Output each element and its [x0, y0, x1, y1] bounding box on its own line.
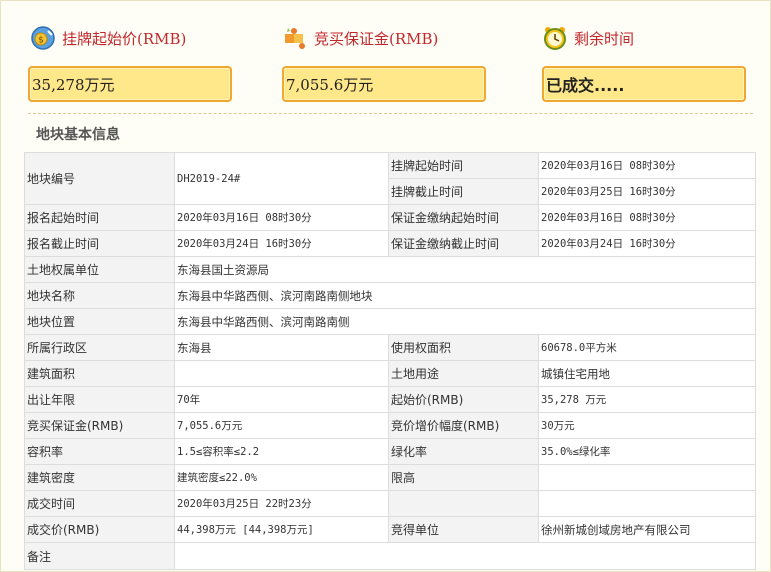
puzzle-icon — [282, 25, 308, 51]
divider — [28, 113, 753, 114]
remaining-time-stat: 剩余时间 已成交..... — [542, 22, 746, 102]
list-end-label: 挂牌截止时间 — [388, 178, 539, 205]
reg-start-value: 2020年03月16日 08时30分 — [174, 204, 389, 231]
land-use-value: 城镇住宅用地 — [538, 360, 756, 387]
far-value: 1.5≤容积率≤2.2 — [174, 438, 389, 465]
land-use-label: 土地用途 — [388, 360, 539, 387]
deal-price-label: 成交价(RMB) — [24, 516, 175, 543]
parcel-name-value: 东海县中华路西侧、滨河南路南侧地块 — [174, 282, 756, 309]
table-row: 竞买保证金(RMB) 7,055.6万元 竞价增价幅度(RMB) 30万元 — [24, 412, 756, 439]
use-area-label: 使用权面积 — [388, 334, 539, 361]
table-row: 建筑面积 土地用途 城镇住宅用地 — [24, 360, 756, 387]
owner-value: 东海县国土资源局 — [174, 256, 756, 283]
parcel-info-table: 地块编号 DH2019-24# 挂牌起始时间 2020年03月16日 08时30… — [24, 152, 756, 570]
table-row: 地块编号 DH2019-24# 挂牌起始时间 2020年03月16日 08时30… — [24, 152, 756, 205]
svg-text:$: $ — [38, 36, 44, 46]
deposit-end-value: 2020年03月24日 16时30分 — [538, 230, 756, 257]
deposit-stat: 竞买保证金(RMB) 7,055.6万元 — [282, 22, 486, 102]
deal-time-value: 2020年03月25日 22时23分 — [174, 490, 389, 517]
winner-value: 徐州新城创域房地产有限公司 — [538, 516, 756, 543]
table-row: 地块位置 东海县中华路西侧、滨河南路南侧 — [24, 308, 756, 335]
height-limit-label: 限高 — [388, 464, 539, 491]
start-price-label: 挂牌起始价(RMB) — [62, 29, 187, 48]
table-row: 出让年限 70年 起始价(RMB) 35,278 万元 — [24, 386, 756, 413]
increment-value: 30万元 — [538, 412, 756, 439]
deposit-start-value: 2020年03月16日 08时30分 — [538, 204, 756, 231]
table-row: 土地权属单位 东海县国土资源局 — [24, 256, 756, 283]
green-label: 绿化率 — [388, 438, 539, 465]
money-coin-icon: $ — [30, 25, 56, 51]
reg-end-value: 2020年03月24日 16时30分 — [174, 230, 389, 257]
start-price-row-label: 起始价(RMB) — [388, 386, 539, 413]
winner-label: 竞得单位 — [388, 516, 539, 543]
empty-cell — [538, 490, 756, 517]
build-area-label: 建筑面积 — [24, 360, 175, 387]
auction-summary: $ 挂牌起始价(RMB) 35,278万元 竞买保证金(RMB) 7,055.6… — [28, 22, 758, 112]
table-row: 报名截止时间 2020年03月24日 16时30分 保证金缴纳截止时间 2020… — [24, 230, 756, 257]
increment-label: 竞价增价幅度(RMB) — [388, 412, 539, 439]
table-row: 容积率 1.5≤容积率≤2.2 绿化率 35.0%≤绿化率 — [24, 438, 756, 465]
remaining-time-label: 剩余时间 — [574, 29, 635, 48]
deposit-value: 7,055.6万元 — [282, 66, 486, 102]
table-row: 备注 — [24, 542, 756, 570]
remark-label: 备注 — [24, 542, 175, 570]
deposit-row-value: 7,055.6万元 — [174, 412, 389, 439]
list-end-value: 2020年03月25日 16时30分 — [538, 178, 756, 205]
location-label: 地块位置 — [24, 308, 175, 335]
table-row: 成交价(RMB) 44,398万元 [44,398万元] 竞得单位 徐州新城创域… — [24, 516, 756, 543]
table-row: 地块名称 东海县中华路西侧、滨河南路南侧地块 — [24, 282, 756, 309]
deposit-label: 竞买保证金(RMB) — [314, 29, 439, 48]
location-value: 东海县中华路西侧、滨河南路南侧 — [174, 308, 756, 335]
deposit-row-label: 竞买保证金(RMB) — [24, 412, 175, 439]
remaining-time-value: 已成交..... — [542, 66, 746, 102]
far-label: 容积率 — [24, 438, 175, 465]
table-row: 成交时间 2020年03月25日 22时23分 — [24, 490, 756, 517]
remark-value — [174, 542, 756, 570]
term-value: 70年 — [174, 386, 389, 413]
list-start-value: 2020年03月16日 08时30分 — [538, 152, 756, 179]
empty-cell — [388, 490, 539, 517]
deal-time-label: 成交时间 — [24, 490, 175, 517]
deposit-end-label: 保证金缴纳截止时间 — [388, 230, 539, 257]
green-value: 35.0%≤绿化率 — [538, 438, 756, 465]
use-area-value: 60678.0平方米 — [538, 334, 756, 361]
reg-start-label: 报名起始时间 — [24, 204, 175, 231]
start-price-row-value: 35,278 万元 — [538, 386, 756, 413]
start-price-stat: $ 挂牌起始价(RMB) 35,278万元 — [28, 22, 232, 102]
table-row: 报名起始时间 2020年03月16日 08时30分 保证金缴纳起始时间 2020… — [24, 204, 756, 231]
start-price-value: 35,278万元 — [28, 66, 232, 102]
density-value: 建筑密度≤22.0% — [174, 464, 389, 491]
density-label: 建筑密度 — [24, 464, 175, 491]
height-limit-value — [538, 464, 756, 491]
parcel-no-value: DH2019-24# — [174, 152, 389, 205]
deal-price-value: 44,398万元 [44,398万元] — [174, 516, 389, 543]
table-row: 所属行政区 东海县 使用权面积 60678.0平方米 — [24, 334, 756, 361]
section-title: 地块基本信息 — [36, 127, 120, 143]
district-label: 所属行政区 — [24, 334, 175, 361]
alarm-clock-icon — [542, 25, 568, 51]
parcel-no-label: 地块编号 — [24, 152, 175, 205]
list-start-label: 挂牌起始时间 — [388, 152, 539, 179]
parcel-name-label: 地块名称 — [24, 282, 175, 309]
owner-label: 土地权属单位 — [24, 256, 175, 283]
district-value: 东海县 — [174, 334, 389, 361]
build-area-value — [174, 360, 389, 387]
table-row: 建筑密度 建筑密度≤22.0% 限高 — [24, 464, 756, 491]
deposit-start-label: 保证金缴纳起始时间 — [388, 204, 539, 231]
term-label: 出让年限 — [24, 386, 175, 413]
reg-end-label: 报名截止时间 — [24, 230, 175, 257]
